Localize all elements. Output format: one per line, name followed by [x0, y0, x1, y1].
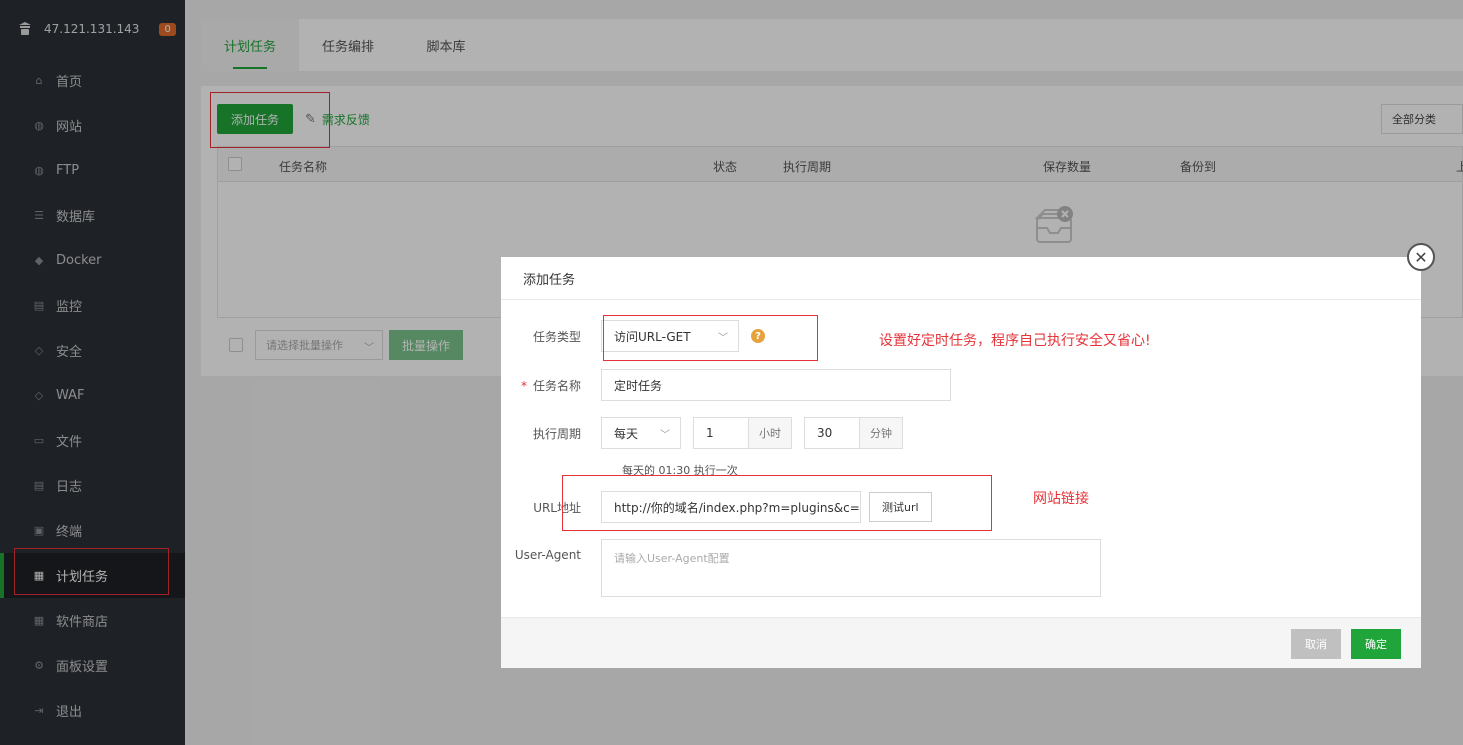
- user-agent-textarea[interactable]: 请输入User-Agent配置: [601, 539, 1101, 597]
- task-name-label: 任务名称: [532, 378, 581, 393]
- user-agent-label: User-Agent: [514, 548, 581, 562]
- dialog-title: 添加任务: [501, 257, 1421, 300]
- annotation-task-note: 设置好定时任务，程序自己执行安全又省心!: [879, 333, 1151, 349]
- cycle-value: 每天: [614, 426, 639, 441]
- cycle-label: 执行周期: [532, 426, 581, 441]
- row-task-name: * 任务名称 定时任务: [501, 369, 951, 401]
- row-cycle: 执行周期 每天 ﹀ 1 小时 30 分钟: [501, 417, 903, 449]
- hour-unit: 小时: [749, 417, 792, 449]
- row-user-agent: User-Agent 请输入User-Agent配置: [501, 539, 1101, 597]
- dialog-footer: 取消 确定: [501, 617, 1421, 668]
- confirm-button[interactable]: 确定: [1351, 629, 1401, 659]
- minute-input[interactable]: 30: [804, 417, 860, 449]
- hour-input[interactable]: 1: [693, 417, 749, 449]
- highlight-url: [562, 475, 992, 531]
- close-icon[interactable]: ✕: [1407, 243, 1435, 271]
- chevron-down-icon: ﹀: [660, 429, 670, 441]
- task-type-label: 任务类型: [532, 329, 581, 344]
- highlight-task-type: [603, 315, 818, 361]
- task-name-label-wrap: * 任务名称: [501, 377, 601, 394]
- minute-unit: 分钟: [860, 417, 903, 449]
- cycle-select[interactable]: 每天 ﹀: [601, 417, 681, 449]
- annotation-url-note: 网站链接: [1033, 491, 1089, 507]
- required-mark: *: [520, 378, 527, 393]
- task-name-input[interactable]: 定时任务: [601, 369, 951, 401]
- cancel-button[interactable]: 取消: [1291, 629, 1341, 659]
